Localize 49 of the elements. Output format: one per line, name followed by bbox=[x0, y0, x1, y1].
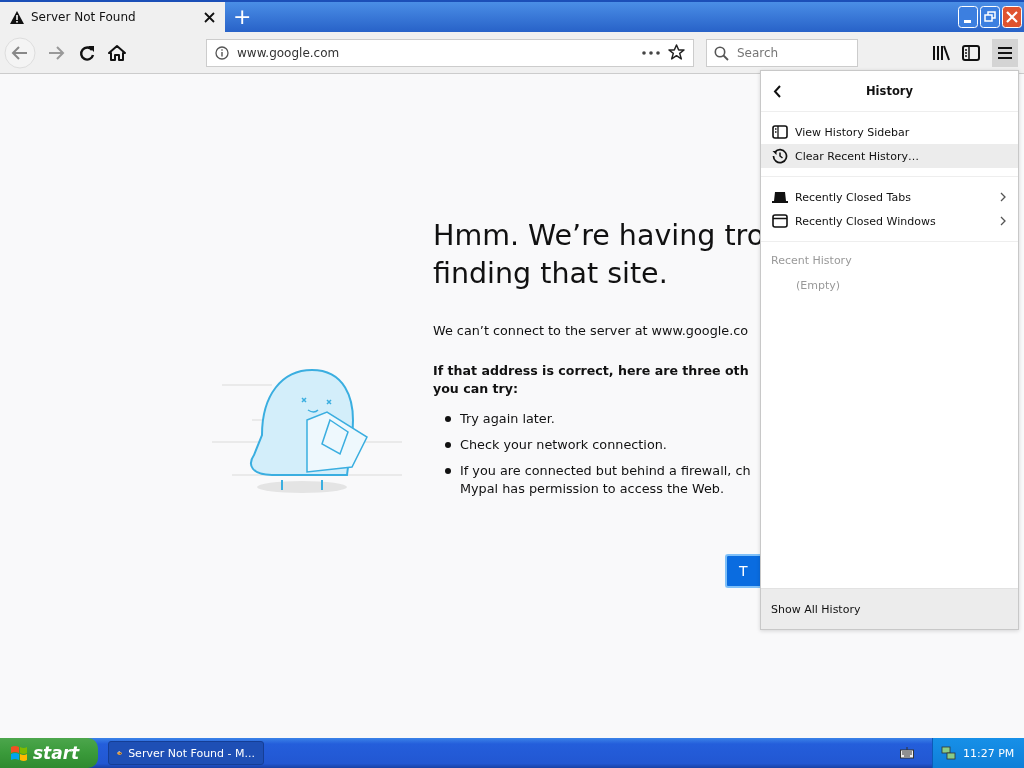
section-label: Recent History bbox=[770, 253, 853, 269]
close-icon[interactable] bbox=[1002, 6, 1022, 28]
close-tab-icon[interactable] bbox=[204, 11, 215, 23]
sidebar-icon bbox=[772, 125, 788, 139]
reload-icon[interactable] bbox=[78, 43, 96, 62]
window-icon bbox=[772, 214, 788, 228]
restore-icon[interactable] bbox=[980, 6, 1000, 28]
more-icon[interactable] bbox=[642, 50, 660, 55]
history-icon bbox=[772, 148, 788, 164]
menu-button[interactable] bbox=[992, 38, 1018, 67]
sidebar-icon[interactable] bbox=[962, 44, 980, 61]
error-message: We can’t connect to the server at www.google.co bbox=[433, 323, 750, 338]
panel-title: History bbox=[865, 84, 914, 98]
library-icon[interactable] bbox=[932, 44, 950, 61]
empty-label: (Empty) bbox=[795, 279, 842, 292]
suggestion-text: Try again later. bbox=[460, 410, 555, 428]
suggestion-text: Check your network connection. bbox=[460, 436, 667, 454]
minimize-icon[interactable] bbox=[958, 6, 978, 28]
url-field[interactable]: www.google.com bbox=[206, 38, 694, 67]
browser-tab[interactable]: Server Not Found bbox=[0, 2, 225, 32]
star-icon[interactable] bbox=[668, 44, 685, 61]
tab-icon bbox=[772, 191, 788, 203]
warning-icon bbox=[10, 10, 24, 24]
clock-time: 11:27 PM bbox=[963, 746, 1015, 760]
bullet-icon bbox=[445, 468, 451, 474]
back-icon[interactable] bbox=[773, 84, 781, 98]
url-text: www.google.com bbox=[237, 45, 341, 60]
info-icon[interactable] bbox=[215, 45, 229, 60]
windows-logo-icon bbox=[10, 745, 28, 761]
taskbar-button[interactable]: Server Not Found - M... bbox=[108, 741, 264, 765]
bullet-icon bbox=[445, 416, 451, 422]
advice-text: If that address is correct, here are three oth you can try: bbox=[433, 362, 750, 398]
menu-item[interactable]: Recently Closed Windows bbox=[761, 209, 1018, 233]
tab-title: Server Not Found bbox=[31, 10, 137, 24]
new-tab-button[interactable]: + bbox=[225, 6, 260, 28]
menu-icon bbox=[998, 46, 1012, 59]
home-icon[interactable] bbox=[108, 43, 126, 62]
start-button[interactable]: start bbox=[0, 738, 98, 768]
menu-item[interactable]: Recently Closed Tabs bbox=[761, 185, 1018, 209]
suggestion-text: If you are connected but behind a firewall, ch Mypal has permission to access the Web. bbox=[460, 462, 751, 498]
bullet-icon bbox=[445, 442, 451, 448]
network-icon[interactable] bbox=[941, 745, 957, 761]
show-all-history-button[interactable]: Show All History bbox=[761, 588, 1018, 629]
try-again-button[interactable]: T bbox=[725, 554, 760, 588]
menu-item[interactable]: Clear Recent History… bbox=[761, 144, 1018, 168]
menu-item[interactable]: View History Sidebar bbox=[761, 120, 1018, 144]
keyboard-icon[interactable] bbox=[900, 747, 914, 759]
search-icon bbox=[714, 45, 729, 61]
search-field[interactable]: Search bbox=[706, 38, 858, 67]
